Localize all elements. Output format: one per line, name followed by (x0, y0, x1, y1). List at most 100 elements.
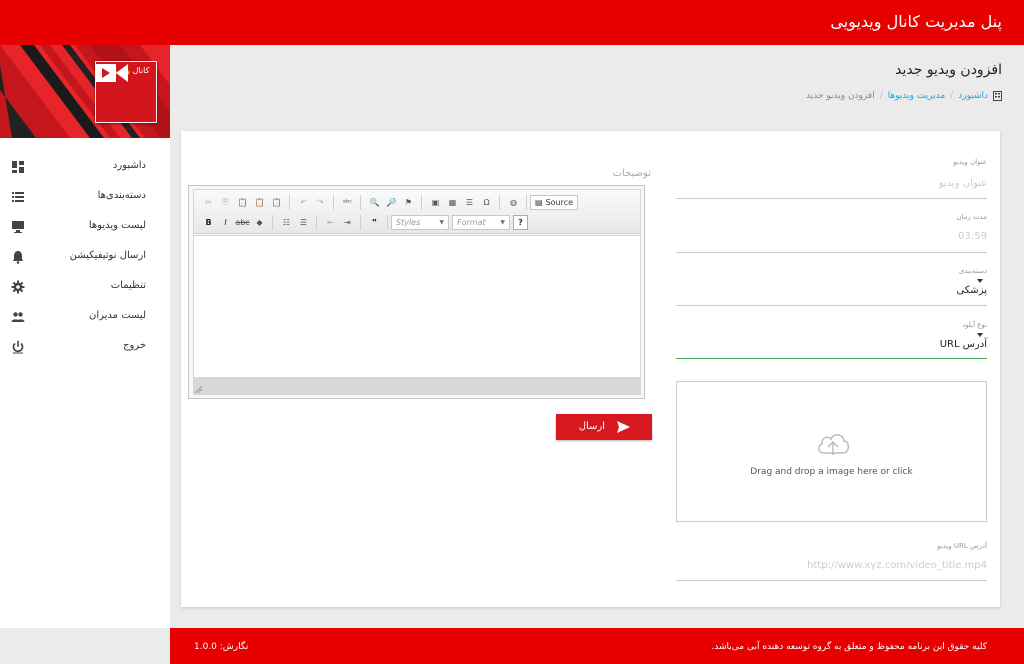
breadcrumb-home[interactable]: داشبورد (958, 91, 988, 101)
resize-handle-icon[interactable] (195, 386, 202, 393)
submit-button[interactable]: ارسال (556, 414, 652, 440)
toolbar-row-2: B I abc ◆ ☷ ☰ ⇤ ⇥ ❞ Styles ▼ Format ▼ ? (198, 214, 530, 230)
power-icon (12, 340, 24, 354)
chevron-down-icon (977, 279, 983, 283)
video-url-label: آدرس URL ویدیو (937, 542, 987, 550)
special-char-icon[interactable]: Ω (479, 195, 494, 210)
image-dropzone[interactable]: Drag and drop a image here or click (676, 381, 987, 522)
category-select-underline (676, 305, 987, 306)
title-field[interactable]: عنوان ویدیو عنوان ویدیو (676, 158, 987, 200)
iframe-icon[interactable]: ◍ (506, 195, 521, 210)
cut-icon[interactable]: ✂ (201, 195, 216, 210)
source-button[interactable]: ▤ Source (530, 194, 579, 210)
toolbar-row-1: ✂ ⎘ 📋 📋 📋 ↶ ↷ ᵃᵇᶜ 🔍 🔎 ⚑ ▣ ▦ ☰ Ω ◍ ▤ Sour… (198, 194, 579, 210)
breadcrumb: داشبورد / مدیریت ویدیوها / افزودن ویدیو … (806, 91, 1002, 101)
paste-icon[interactable]: 📋 (235, 195, 250, 210)
paste-text-icon[interactable]: 📋 (252, 195, 267, 210)
format-dropdown-label: Format (457, 217, 486, 227)
duration-field-label: مدت زمان (956, 213, 987, 221)
sidebar: کانال ویدیویی داشبورد دسته‌بندی‌ها لیست … (0, 45, 170, 628)
sidebar-item-videos[interactable]: لیست ویدیوها (0, 213, 170, 243)
bulleted-list-icon[interactable]: ☰ (296, 215, 311, 230)
dropzone-text: Drag and drop a image here or click (750, 467, 913, 477)
toolbar-group-quote: ❞ (364, 214, 388, 230)
duration-input[interactable]: 03:59 (958, 231, 987, 242)
source-button-label: Source (545, 197, 574, 207)
copyright-text: کلیه حقوق این برنامه محفوظ و متعلق به گر… (711, 642, 987, 652)
replace-icon[interactable]: 🔎 (384, 195, 399, 210)
page-title: افزودن ویدیو جدید (895, 62, 1002, 78)
sidebar-item-label: لیست ویدیوها (88, 220, 146, 231)
category-select[interactable]: دسته‌بندی پزشکی (676, 267, 987, 309)
format-dropdown[interactable]: Format ▼ (452, 214, 510, 230)
upload-type-underline (676, 358, 987, 359)
sidebar-item-settings[interactable]: تنظیمات (0, 273, 170, 303)
sidebar-item-categories[interactable]: دسته‌بندی‌ها (0, 183, 170, 213)
list-icon (12, 192, 24, 202)
video-url-input[interactable]: http://www.xyz.com/video_title.mp4 (807, 560, 987, 571)
outdent-icon[interactable]: ⇤ (323, 215, 338, 230)
paste-word-icon[interactable]: 📋 (269, 195, 284, 210)
sidebar-item-logout[interactable]: خروج (0, 333, 170, 363)
editor-content-area[interactable] (193, 235, 641, 378)
title-input[interactable]: عنوان ویدیو (939, 178, 987, 189)
horizontal-rule-icon[interactable]: ☰ (462, 195, 477, 210)
help-icon[interactable]: ? (513, 214, 528, 230)
rich-text-editor: ✂ ⎘ 📋 📋 📋 ↶ ↷ ᵃᵇᶜ 🔍 🔎 ⚑ ▣ ▦ ☰ Ω ◍ ▤ Sour… (188, 185, 645, 399)
redo-icon[interactable]: ↷ (313, 195, 328, 210)
sidebar-item-admins[interactable]: لیست مدیران (0, 303, 170, 333)
video-url-underline (676, 580, 987, 581)
indent-icon[interactable]: ⇥ (340, 215, 355, 230)
duration-field[interactable]: مدت زمان 03:59 (676, 213, 987, 255)
strike-icon[interactable]: abc (235, 215, 250, 230)
sidebar-item-dashboard[interactable]: داشبورد (0, 153, 170, 183)
category-selected-value: پزشکی (956, 285, 987, 296)
dashboard-icon (12, 161, 24, 173)
gear-icon (11, 280, 25, 294)
copy-icon[interactable]: ⎘ (218, 195, 233, 210)
sidebar-item-label: خروج (123, 340, 146, 351)
spellcheck-icon[interactable]: ᵃᵇᶜ (340, 195, 355, 210)
upload-type-label: نوع آپلود (962, 321, 987, 329)
undo-icon[interactable]: ↶ (296, 195, 311, 210)
cloud-upload-icon (818, 434, 850, 455)
breadcrumb-section[interactable]: مدیریت ویدیوها (888, 91, 945, 101)
styles-dropdown[interactable]: Styles ▼ (391, 214, 449, 230)
breadcrumb-separator: / (879, 91, 883, 101)
building-icon (993, 91, 1002, 101)
logo[interactable]: کانال ویدیویی (95, 61, 157, 123)
upload-type-select[interactable]: نوع آپلود آدرس URL (676, 321, 987, 363)
anchor-flag-icon[interactable]: ⚑ (401, 195, 416, 210)
breadcrumb-current: افزودن ویدیو جدید (805, 91, 875, 101)
sidebar-item-notifications[interactable]: ارسال نوتیفیکیشن (0, 243, 170, 273)
italic-icon[interactable]: I (218, 215, 233, 230)
footer: کلیه حقوق این برنامه محفوظ و متعلق به گر… (170, 628, 1024, 664)
remove-format-icon[interactable]: ◆ (252, 215, 267, 230)
bold-icon[interactable]: B (201, 215, 216, 230)
sidebar-item-label: ارسال نوتیفیکیشن (69, 250, 146, 261)
table-icon[interactable]: ▦ (445, 195, 460, 210)
chevron-down-icon: ▼ (439, 218, 444, 226)
toolbar-group-lists: ☷ ☰ (276, 214, 317, 230)
title-field-label: عنوان ویدیو (953, 158, 987, 166)
sidebar-item-label: تنظیمات (110, 280, 146, 291)
monitor-icon (12, 221, 24, 233)
brand-banner: کانال ویدیویی (0, 45, 170, 138)
people-icon (11, 312, 25, 322)
toolbar-group-misc: ◍ (503, 194, 527, 210)
blockquote-icon[interactable]: ❞ (367, 215, 382, 230)
numbered-list-icon[interactable]: ☷ (279, 215, 294, 230)
find-icon[interactable]: 🔍 (367, 195, 382, 210)
toolbar-group-spell: ᵃᵇᶜ (337, 194, 361, 210)
title-field-underline (676, 198, 987, 199)
category-select-label: دسته‌بندی (958, 267, 987, 275)
video-url-field[interactable]: آدرس URL ویدیو http://www.xyz.com/video_… (676, 542, 987, 584)
top-bar: پنل مدیریت کانال ویدیویی (0, 0, 1024, 45)
upload-type-selected-value: آدرس URL (939, 339, 987, 350)
image-icon[interactable]: ▣ (428, 195, 443, 210)
sidebar-menu: داشبورد دسته‌بندی‌ها لیست ویدیوها ارسال … (0, 153, 170, 363)
editor-toolbar: ✂ ⎘ 📋 📋 📋 ↶ ↷ ᵃᵇᶜ 🔍 🔎 ⚑ ▣ ▦ ☰ Ω ◍ ▤ Sour… (193, 189, 641, 234)
app-title: پنل مدیریت کانال ویدیویی (830, 12, 1002, 31)
logo-text-a: کانال (132, 66, 150, 75)
breadcrumb-separator: / (950, 91, 954, 101)
